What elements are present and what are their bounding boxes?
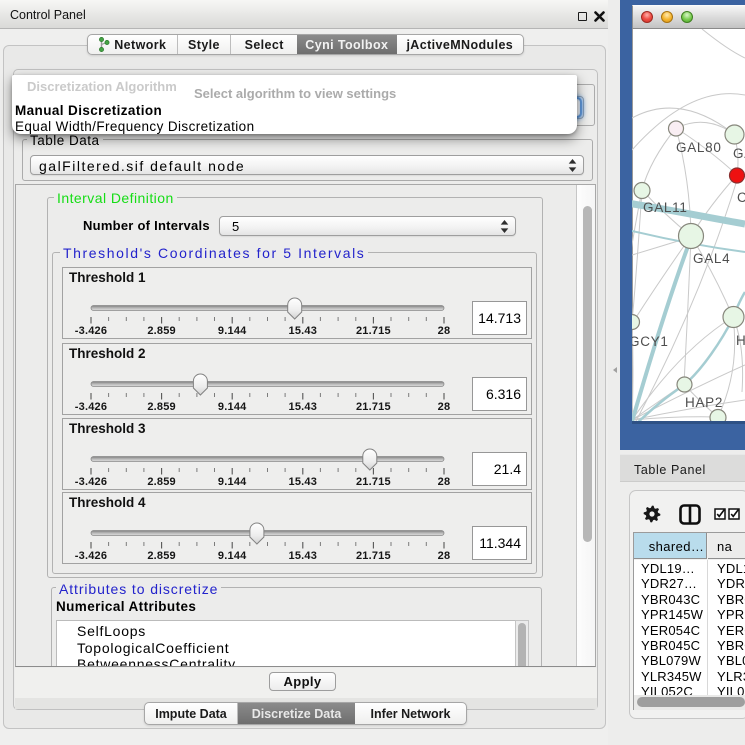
svg-text:9.144: 9.144: [218, 550, 247, 562]
svg-text:2.859: 2.859: [147, 550, 176, 562]
svg-text:H: H: [736, 333, 745, 348]
svg-text:2.859: 2.859: [147, 476, 176, 488]
svg-text:GAL80: GAL80: [676, 140, 722, 155]
svg-text:GA: GA: [733, 146, 745, 161]
svg-text:-3.426: -3.426: [75, 550, 107, 562]
svg-text:GAL11: GAL11: [643, 200, 688, 215]
svg-text:9.144: 9.144: [218, 476, 247, 488]
svg-text:21.715: 21.715: [356, 401, 391, 413]
svg-text:GAL4: GAL4: [693, 251, 730, 266]
svg-text:HAP2: HAP2: [685, 395, 723, 410]
svg-text:9.144: 9.144: [218, 401, 247, 413]
svg-text:28: 28: [438, 325, 451, 337]
svg-text:21.715: 21.715: [356, 550, 391, 562]
svg-text:15.43: 15.43: [289, 401, 318, 413]
svg-text:C: C: [737, 190, 745, 205]
svg-text:2.859: 2.859: [147, 325, 176, 337]
svg-text:21.715: 21.715: [356, 325, 391, 337]
svg-text:GCY1: GCY1: [632, 334, 669, 349]
svg-text:28: 28: [438, 550, 451, 562]
svg-text:21.715: 21.715: [356, 476, 391, 488]
svg-text:15.43: 15.43: [289, 476, 318, 488]
svg-text:15.43: 15.43: [289, 550, 318, 562]
svg-text:15.43: 15.43: [289, 325, 318, 337]
svg-text:-3.426: -3.426: [75, 401, 107, 413]
svg-text:9.144: 9.144: [218, 325, 247, 337]
svg-text:28: 28: [438, 401, 451, 413]
svg-text:2.859: 2.859: [147, 401, 176, 413]
svg-text:28: 28: [438, 476, 451, 488]
svg-text:-3.426: -3.426: [75, 325, 107, 337]
svg-text:-3.426: -3.426: [75, 476, 107, 488]
